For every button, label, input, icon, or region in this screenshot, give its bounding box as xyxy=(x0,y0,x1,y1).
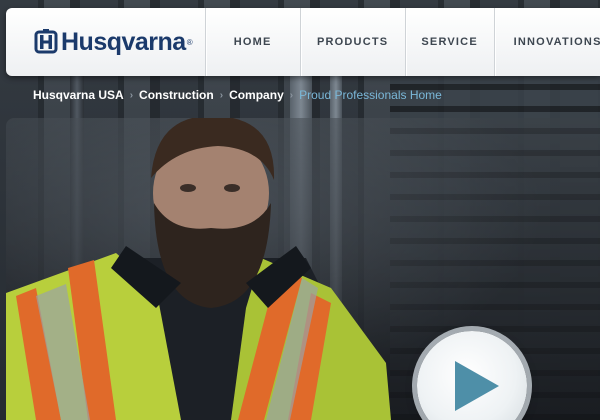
breadcrumb: Husqvarna USA › Construction › Company ›… xyxy=(33,86,442,104)
breadcrumb-separator: › xyxy=(219,89,224,101)
nav-innovations[interactable]: INNOVATIONS xyxy=(493,8,600,76)
logo-text: Husqvarna xyxy=(61,27,186,56)
play-icon xyxy=(455,361,499,411)
breadcrumb-husqvarna-usa[interactable]: Husqvarna USA xyxy=(33,88,124,102)
nav-home[interactable]: HOME xyxy=(204,8,300,76)
nav-products[interactable]: PRODUCTS xyxy=(299,8,405,76)
nav-service[interactable]: SERVICE xyxy=(404,8,494,76)
video-panel[interactable] xyxy=(6,118,600,420)
play-button[interactable] xyxy=(417,331,527,420)
site-header: Husqvarna ® HOME PRODUCTS SERVICE INNOVA… xyxy=(6,8,600,76)
crown-icon xyxy=(34,29,58,55)
breadcrumb-construction[interactable]: Construction xyxy=(139,88,214,102)
registered-mark: ® xyxy=(186,37,193,47)
breadcrumb-separator: › xyxy=(289,89,294,101)
breadcrumb-current: Proud Professionals Home xyxy=(299,88,442,102)
husqvarna-logo[interactable]: Husqvarna ® xyxy=(6,8,193,76)
breadcrumb-company[interactable]: Company xyxy=(229,88,284,102)
breadcrumb-separator: › xyxy=(129,89,134,101)
main-nav: HOME PRODUCTS SERVICE INNOVATIONS xyxy=(204,8,600,76)
